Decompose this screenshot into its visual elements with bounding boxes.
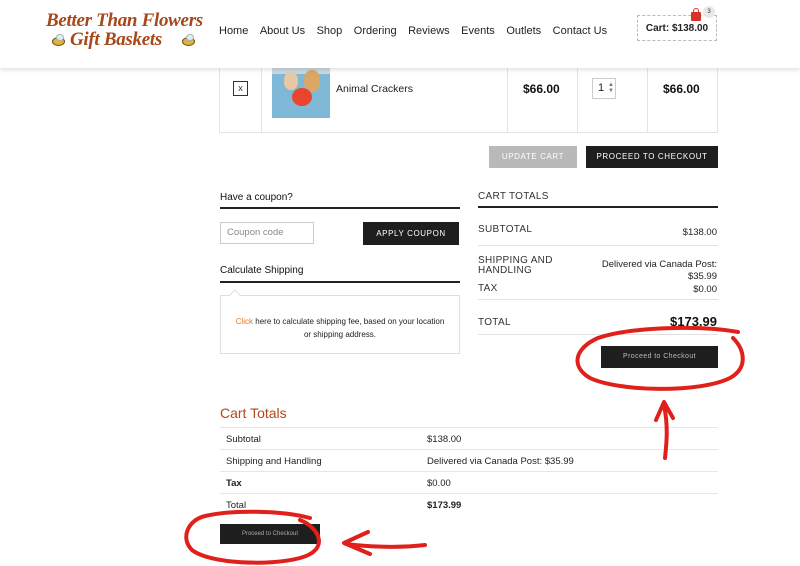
divider [220, 281, 460, 283]
apply-coupon-button[interactable]: Apply Coupon [363, 222, 459, 245]
table-border [219, 68, 220, 133]
nav-outlets[interactable]: Outlets [506, 25, 541, 37]
nav-home[interactable]: Home [219, 25, 248, 37]
tax-value: $0.00 [693, 284, 717, 295]
nav-events[interactable]: Events [461, 25, 495, 37]
table-row: Subtotal $138.00 [220, 427, 718, 449]
table-divider [261, 68, 262, 133]
product-name-link[interactable]: Animal Crackers [336, 83, 413, 95]
update-cart-button[interactable]: Update Cart [489, 146, 577, 168]
coupon-code-input[interactable]: Coupon code [220, 222, 314, 244]
remove-item-button[interactable]: x [233, 81, 248, 96]
cart-summary: Cart: $138.00 [645, 23, 709, 34]
nav-about-us[interactable]: About Us [260, 25, 305, 37]
table-divider [507, 68, 508, 133]
subtotal-label: Subtotal [478, 224, 533, 235]
proceed-to-checkout-button-2[interactable]: Proceed to Checkout [601, 346, 718, 368]
main-nav: Home About Us Shop Ordering Reviews Even… [219, 25, 619, 37]
proceed-to-checkout-button-3[interactable]: Proceed to Checkout [220, 524, 320, 544]
quantity-spinner-icon[interactable]: ▲ ▼ [608, 82, 614, 94]
table-border [219, 132, 718, 133]
total-label: Total [478, 317, 511, 328]
total-value: $173.99 [670, 314, 717, 329]
divider [478, 334, 718, 335]
site-header: Better Than Flowers Gift Baskets Home Ab… [0, 0, 800, 68]
table-divider [647, 68, 648, 133]
bee-icon [52, 34, 65, 46]
cart-count-badge: 3 [703, 6, 715, 18]
divider [478, 245, 718, 246]
shipping-calculator-box: Click here to calculate shipping fee, ba… [220, 295, 460, 354]
table-row: Total $173.99 [220, 493, 718, 515]
proceed-to-checkout-button[interactable]: Proceed to Checkout [586, 146, 718, 168]
nav-ordering[interactable]: Ordering [354, 25, 397, 37]
shipping-info-text-2: or shipping address. [303, 330, 377, 339]
product-thumbnail[interactable] [272, 66, 330, 118]
table-row: Tax $0.00 [220, 471, 718, 493]
product-price: $66.00 [523, 82, 560, 96]
tax-label: Tax [478, 283, 498, 294]
nav-contact-us[interactable]: Contact Us [553, 25, 607, 37]
shopping-bag-icon [691, 8, 701, 21]
header-cart-button[interactable]: Cart: $138.00 [637, 15, 717, 41]
divider [478, 206, 718, 208]
cart-totals-heading: Cart Totals [478, 191, 549, 202]
calculate-shipping-heading: Calculate Shipping [220, 265, 304, 276]
annotation-arrow-left [342, 530, 427, 556]
site-logo[interactable]: Better Than Flowers Gift Baskets [46, 10, 206, 50]
lower-cart-totals-heading: Cart Totals [220, 405, 287, 421]
table-border [717, 68, 718, 133]
table-row: Shipping and Handling Delivered via Cana… [220, 449, 718, 471]
shipping-value: Delivered via Canada Post: $35.99 [601, 259, 717, 282]
shipping-label: Shipping and Handling [478, 255, 553, 276]
subtotal-value: $138.00 [682, 227, 717, 238]
table-divider [577, 68, 578, 133]
nav-reviews[interactable]: Reviews [408, 25, 450, 37]
calculate-shipping-link[interactable]: Click [236, 317, 253, 326]
logo-line-2: Gift Baskets [70, 29, 162, 50]
coupon-heading: Have a coupon? [220, 192, 293, 203]
divider [220, 207, 460, 209]
nav-shop[interactable]: Shop [317, 25, 343, 37]
product-subtotal: $66.00 [663, 82, 700, 96]
bee-icon [182, 34, 195, 46]
divider [478, 299, 718, 300]
shipping-info-text: here to calculate shipping fee, based on… [253, 317, 445, 326]
